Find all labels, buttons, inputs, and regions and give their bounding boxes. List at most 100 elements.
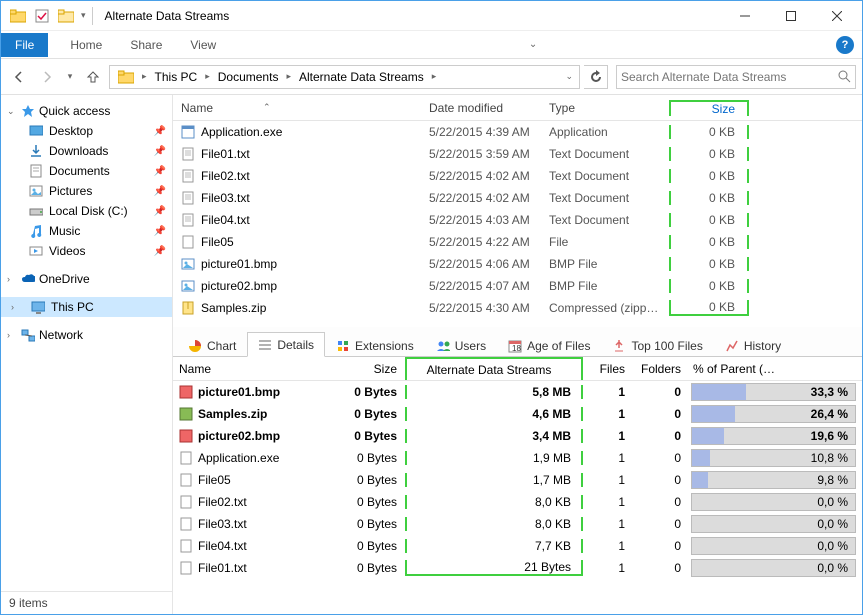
tab-view[interactable]: View (176, 33, 230, 57)
lower-tab[interactable]: Top 100 Files (601, 333, 713, 357)
detail-name: File02.txt (198, 495, 247, 509)
detail-col-files[interactable]: Files (583, 362, 633, 376)
tab-icon (336, 339, 350, 353)
minimize-button[interactable] (722, 1, 768, 31)
sidebar-item[interactable]: Videos📌 (1, 241, 172, 261)
pin-icon: 📌 (154, 206, 166, 217)
detail-folders: 0 (633, 517, 689, 531)
new-folder-icon[interactable] (55, 5, 77, 27)
breadcrumb[interactable]: ▸ This PC ▸ Documents ▸ Alternate Data S… (109, 65, 580, 89)
detail-size: 0 Bytes (335, 561, 405, 575)
detail-col-size[interactable]: Size (335, 362, 405, 376)
qat-dropdown-icon[interactable]: ▾ (79, 10, 88, 21)
column-type[interactable]: Type (549, 101, 669, 115)
file-tab[interactable]: File (1, 33, 48, 57)
file-icon (181, 169, 195, 183)
file-row[interactable]: File04.txt5/22/2015 4:03 AMText Document… (173, 209, 862, 231)
help-icon[interactable]: ? (836, 36, 854, 54)
detail-row[interactable]: File02.txt0 Bytes8,0 KB100,0 % (173, 491, 862, 513)
sidebar-network[interactable]: › Network (1, 325, 172, 345)
search-input[interactable] (621, 70, 838, 84)
file-row[interactable]: File02.txt5/22/2015 4:02 AMText Document… (173, 165, 862, 187)
file-name: picture02.bmp (201, 279, 277, 293)
detail-row[interactable]: picture01.bmp0 Bytes5,8 MB1033,3 % (173, 381, 862, 403)
file-row[interactable]: File055/22/2015 4:22 AMFile0 KB (173, 231, 862, 253)
detail-files: 1 (583, 385, 633, 399)
file-row[interactable]: picture01.bmp5/22/2015 4:06 AMBMP File0 … (173, 253, 862, 275)
navbar: ▾ ▸ This PC ▸ Documents ▸ Alternate Data… (1, 59, 862, 95)
properties-icon[interactable] (31, 5, 53, 27)
lower-tab[interactable]: Users (425, 333, 497, 357)
lower-tab[interactable]: Chart (177, 333, 247, 357)
column-date[interactable]: Date modified (429, 101, 549, 115)
detail-row[interactable]: File01.txt0 Bytes21 Bytes100,0 % (173, 557, 862, 579)
file-row[interactable]: Application.exe5/22/2015 4:39 AMApplicat… (173, 121, 862, 143)
lower-tabs: ChartDetailsExtensionsUsers18Age of File… (173, 327, 862, 357)
detail-row[interactable]: picture02.bmp0 Bytes3,4 MB1019,6 % (173, 425, 862, 447)
sidebar-item[interactable]: Music📌 (1, 221, 172, 241)
refresh-button[interactable] (584, 65, 608, 89)
breadcrumb-root-icon[interactable] (112, 66, 140, 88)
detail-row[interactable]: Application.exe0 Bytes1,9 MB1010,8 % (173, 447, 862, 469)
detail-size: 0 Bytes (335, 473, 405, 487)
chevron-right-icon[interactable]: ▸ (203, 71, 212, 82)
breadcrumb-item[interactable]: Alternate Data Streams (293, 66, 430, 88)
sidebar-item[interactable]: Local Disk (C:)📌 (1, 201, 172, 221)
recent-dropdown-icon[interactable]: ▾ (63, 65, 77, 89)
file-row[interactable]: picture02.bmp5/22/2015 4:07 AMBMP File0 … (173, 275, 862, 297)
detail-files: 1 (583, 451, 633, 465)
detail-pct: 33,3 % (691, 383, 860, 401)
breadcrumb-item[interactable]: Documents (212, 66, 285, 88)
detail-col-ads[interactable]: Alternate Data Streams (405, 357, 583, 380)
detail-row[interactable]: File03.txt0 Bytes8,0 KB100,0 % (173, 513, 862, 535)
tab-icon (612, 339, 626, 353)
detail-row[interactable]: File050 Bytes1,7 MB109,8 % (173, 469, 862, 491)
chevron-right-icon[interactable]: ▸ (284, 71, 293, 82)
lower-tab[interactable]: Extensions (325, 333, 425, 357)
chevron-right-icon[interactable]: ▸ (140, 71, 149, 82)
detail-col-folders[interactable]: Folders (633, 362, 689, 376)
tab-share[interactable]: Share (116, 33, 176, 57)
column-size[interactable]: Size (669, 100, 749, 116)
search-icon[interactable] (838, 70, 851, 83)
detail-files: 1 (583, 495, 633, 509)
detail-col-name[interactable]: Name (179, 362, 335, 376)
detail-ads: 8,0 KB (405, 517, 583, 531)
sidebar-onedrive[interactable]: › OneDrive (1, 269, 172, 289)
search-box[interactable] (616, 65, 856, 89)
lower-tab[interactable]: History (714, 333, 792, 357)
chevron-right-icon[interactable]: ▸ (430, 71, 439, 82)
detail-row[interactable]: Samples.zip0 Bytes4,6 MB1026,4 % (173, 403, 862, 425)
breadcrumb-item[interactable]: This PC (149, 66, 204, 88)
detail-col-pct[interactable]: % of Parent (… (689, 362, 862, 376)
sidebar-item[interactable]: Downloads📌 (1, 141, 172, 161)
breadcrumb-dropdown-icon[interactable]: ⌄ (565, 71, 573, 82)
row-file-icon (179, 385, 193, 399)
detail-size: 0 Bytes (335, 517, 405, 531)
tab-home[interactable]: Home (56, 33, 116, 57)
maximize-button[interactable] (768, 1, 814, 31)
file-row[interactable]: Samples.zip5/22/2015 4:30 AMCompressed (… (173, 297, 862, 319)
folder-icon[interactable] (7, 5, 29, 27)
back-button[interactable] (7, 65, 31, 89)
file-row[interactable]: File01.txt5/22/2015 3:59 AMText Document… (173, 143, 862, 165)
file-list: Application.exe5/22/2015 4:39 AMApplicat… (173, 121, 862, 319)
file-name: File03.txt (201, 191, 250, 205)
up-button[interactable] (81, 65, 105, 89)
file-row[interactable]: File03.txt5/22/2015 4:02 AMText Document… (173, 187, 862, 209)
sidebar-this-pc[interactable]: › This PC (1, 297, 172, 317)
ribbon-expand-icon[interactable]: ⌄ (515, 34, 551, 55)
forward-button[interactable] (35, 65, 59, 89)
lower-tab[interactable]: 18Age of Files (497, 333, 601, 357)
column-name[interactable]: Name (181, 101, 213, 115)
file-date: 5/22/2015 4:22 AM (429, 235, 549, 249)
file-name: Samples.zip (201, 301, 266, 315)
sidebar-quick-access[interactable]: ⌄ Quick access (1, 101, 172, 121)
lower-tab[interactable]: Details (247, 332, 325, 357)
sidebar-item[interactable]: Documents📌 (1, 161, 172, 181)
close-button[interactable] (814, 1, 860, 31)
detail-row[interactable]: File04.txt0 Bytes7,7 KB100,0 % (173, 535, 862, 557)
sidebar-item[interactable]: Pictures📌 (1, 181, 172, 201)
sidebar-item[interactable]: Desktop📌 (1, 121, 172, 141)
tab-icon (436, 339, 450, 353)
